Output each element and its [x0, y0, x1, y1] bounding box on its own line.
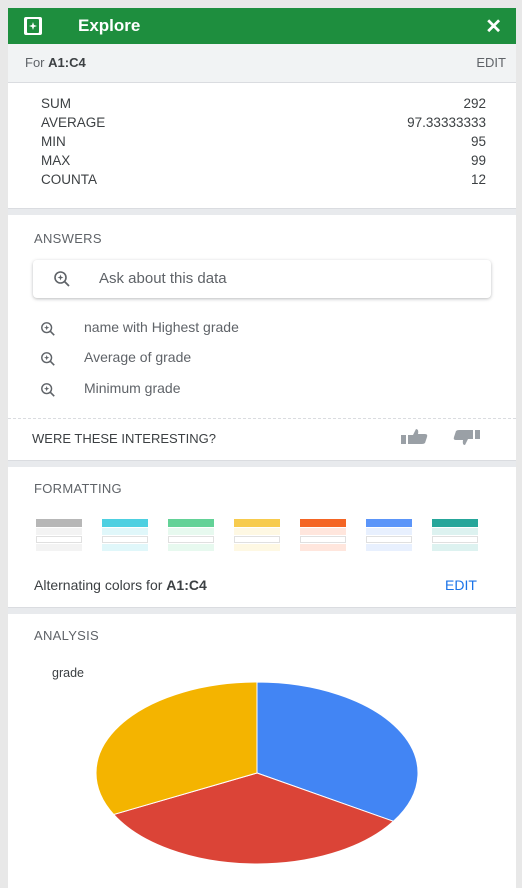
stat-value: 292 [463, 96, 486, 111]
section-divider [8, 208, 516, 215]
suggestion-label: Average of grade [84, 349, 192, 365]
range-edit-button[interactable]: EDIT [476, 55, 506, 70]
color-swatch-blue[interactable] [366, 519, 412, 553]
swatch-row [168, 528, 214, 535]
alternating-colors-edit-button[interactable]: EDIT [445, 577, 477, 593]
stat-value: 12 [470, 172, 486, 187]
swatch-header [432, 519, 478, 527]
range-bar: For A1:C4 EDIT [8, 44, 516, 83]
feedback-question: WERE THESE INTERESTING? [32, 431, 216, 446]
analysis-title: ANALYSIS [34, 628, 100, 643]
color-swatch-gray[interactable] [36, 519, 82, 553]
summary-stats: SUM 292 AVERAGE 97.33333333 MIN 95 MAX 9… [8, 88, 516, 208]
color-swatch-yellow[interactable] [234, 519, 280, 553]
stat-value: 95 [470, 134, 486, 149]
swatch-row [36, 528, 82, 535]
swatch-row [234, 536, 280, 543]
swatch-header [366, 519, 412, 527]
alt-prefix: Alternating colors for [34, 577, 167, 593]
explore-search-icon [41, 383, 55, 397]
swatch-row [300, 536, 346, 543]
range-value: A1:C4 [48, 55, 86, 70]
swatch-row [300, 544, 346, 551]
swatch-header [234, 519, 280, 527]
swatch-row [366, 544, 412, 551]
stat-row-max: MAX 99 [41, 153, 486, 173]
dotted-separator [8, 418, 516, 419]
stat-key: MIN [41, 134, 66, 149]
section-divider [8, 460, 516, 467]
swatch-row [366, 528, 412, 535]
suggestion-label: name with Highest grade [84, 319, 239, 335]
suggestion-label: Minimum grade [84, 380, 181, 396]
color-swatch-teal[interactable] [432, 519, 478, 553]
range-prefix: For [25, 55, 49, 70]
swatch-row [36, 544, 82, 551]
swatch-row [432, 544, 478, 551]
swatch-row [300, 528, 346, 535]
suggestion-item[interactable]: Minimum grade [40, 379, 460, 401]
range-label: For A1:C4 [25, 55, 86, 70]
suggestion-item[interactable]: Average of grade [40, 348, 460, 370]
color-swatch-cyan[interactable] [102, 519, 148, 553]
swatch-row [432, 536, 478, 543]
stat-row-min: MIN 95 [41, 134, 486, 154]
close-icon[interactable]: ✕ [485, 14, 502, 39]
color-swatch-orange[interactable] [300, 519, 346, 553]
swatch-row [234, 544, 280, 551]
stat-value: 97.33333333 [407, 115, 486, 130]
ask-input[interactable]: Ask about this data [33, 260, 491, 298]
formatting-title: FORMATTING [34, 481, 122, 496]
color-swatch-green[interactable] [168, 519, 214, 553]
swatch-header [300, 519, 346, 527]
explore-search-icon [54, 271, 70, 287]
explore-icon [24, 17, 42, 35]
swatch-row [234, 528, 280, 535]
pie-chart[interactable] [8, 678, 516, 878]
alt-range: A1:C4 [166, 577, 207, 593]
alternating-colors-label: Alternating colors for A1:C4 [34, 577, 207, 593]
swatch-row [432, 528, 478, 535]
stat-value: 99 [470, 153, 486, 168]
swatch-header [168, 519, 214, 527]
stat-row-average: AVERAGE 97.33333333 [41, 115, 486, 135]
stat-key: AVERAGE [41, 115, 106, 130]
stat-key: MAX [41, 153, 71, 168]
thumbs-down-icon[interactable] [452, 429, 480, 445]
swatch-row [168, 544, 214, 551]
swatch-row [168, 536, 214, 543]
explore-search-icon [41, 322, 55, 336]
ask-placeholder: Ask about this data [99, 270, 227, 287]
explore-header: Explore ✕ [8, 8, 516, 44]
answers-title: ANSWERS [34, 231, 102, 246]
swatch-header [36, 519, 82, 527]
swatch-row [366, 536, 412, 543]
stat-key: COUNTA [41, 172, 97, 187]
swatch-row [102, 544, 148, 551]
stat-row-counta: COUNTA 12 [41, 172, 486, 192]
stat-key: SUM [41, 96, 71, 111]
suggestion-item[interactable]: name with Highest grade [40, 318, 460, 340]
explore-search-icon [41, 352, 55, 366]
section-divider [8, 607, 516, 614]
swatch-header [102, 519, 148, 527]
thumbs-up-icon[interactable] [401, 429, 429, 445]
swatch-row [102, 536, 148, 543]
swatch-row [36, 536, 82, 543]
panel-title: Explore [78, 16, 141, 35]
explore-panel: Explore ✕ For A1:C4 EDIT SUM 292 AVERAGE… [8, 8, 516, 888]
stat-row-sum: SUM 292 [41, 96, 486, 116]
swatch-row [102, 528, 148, 535]
